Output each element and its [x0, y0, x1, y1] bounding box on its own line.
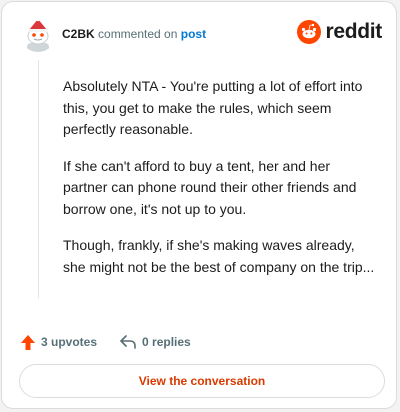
replies-button[interactable]: 0 replies	[119, 334, 191, 350]
reddit-logo[interactable]: reddit	[297, 20, 382, 44]
reply-arrow-icon	[120, 335, 136, 349]
reddit-logo-icon	[297, 20, 322, 44]
comment-meta: C2BK commented on post	[62, 27, 206, 41]
avatar[interactable]	[20, 16, 56, 52]
comment-paragraph: If she can't afford to buy a tent, her a…	[63, 157, 357, 217]
snoo-avatar-icon	[27, 16, 49, 52]
post-link[interactable]: post	[181, 27, 206, 41]
comment-body: Absolutely NTA - You're putting a lot of…	[63, 76, 378, 293]
comment-header: C2BK commented on post reddit	[20, 16, 382, 54]
upvote-button[interactable]: 3 upvotes	[20, 334, 97, 351]
comment-paragraph: Absolutely NTA - You're putting a lot of…	[63, 78, 363, 137]
username-link[interactable]: C2BK	[62, 27, 95, 41]
action-text: commented on	[98, 27, 178, 41]
upvote-count: 3 upvotes	[41, 335, 98, 349]
comment-card: C2BK commented on post reddit Absolutely…	[1, 1, 397, 409]
comment-paragraph: Though, frankly, if she's making waves a…	[63, 237, 375, 275]
view-conversation-button[interactable]: View the conversation	[19, 364, 385, 398]
reddit-wordmark: reddit	[325, 20, 382, 43]
upvote-arrow-icon	[21, 334, 35, 350]
comment-actions: 3 upvotes 0 replies	[20, 332, 191, 352]
reply-count: 0 replies	[142, 335, 191, 349]
thread-line	[38, 60, 39, 298]
